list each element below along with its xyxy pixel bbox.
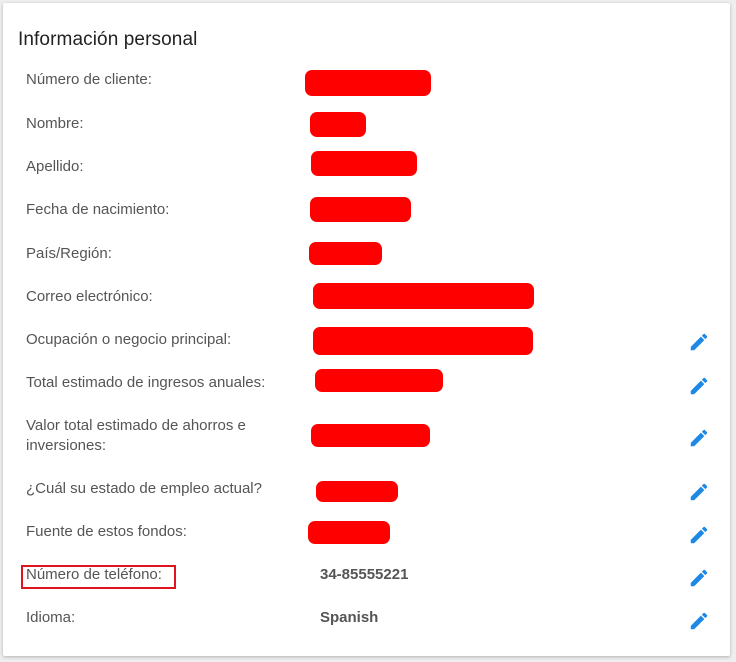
redacted-value xyxy=(308,521,390,544)
edit-employment-status-button[interactable] xyxy=(688,481,710,503)
field-label-last-name: Apellido: xyxy=(26,158,84,175)
redacted-value xyxy=(309,242,382,265)
edit-occupation-button[interactable] xyxy=(688,331,710,353)
field-label-first-name: Nombre: xyxy=(26,115,84,132)
field-label-birth-date: Fecha de nacimiento: xyxy=(26,201,170,218)
pencil-icon xyxy=(690,429,708,447)
edit-annual-income-button[interactable] xyxy=(688,375,710,397)
edit-source-of-funds-button[interactable] xyxy=(688,524,710,546)
field-label-language: Idioma: xyxy=(26,609,76,626)
redacted-value xyxy=(305,70,431,96)
redacted-value xyxy=(310,197,411,222)
field-label-phone: Número de teléfono: xyxy=(26,566,162,583)
field-label-country-region: País/Región: xyxy=(26,245,112,262)
redacted-value xyxy=(311,424,430,447)
field-label-email: Correo electrónico: xyxy=(26,288,153,305)
field-label-customer-number: Número de cliente: xyxy=(26,71,152,88)
field-label-employment-status: ¿Cuál su estado de empleo actual? xyxy=(26,480,262,497)
pencil-icon xyxy=(690,612,708,630)
redacted-value xyxy=(311,151,417,176)
field-value-language: Spanish xyxy=(320,609,379,626)
pencil-icon xyxy=(690,483,708,501)
field-label-savings-investments: Valor total estimado de ahorros e invers… xyxy=(26,417,246,454)
field-value-phone: 34-85555221 xyxy=(320,566,409,583)
pencil-icon xyxy=(690,526,708,544)
redacted-value xyxy=(316,481,398,502)
section-title: Información personal xyxy=(18,29,198,50)
edit-savings-investments-button[interactable] xyxy=(688,427,710,449)
edit-language-button[interactable] xyxy=(688,610,710,632)
pencil-icon xyxy=(690,377,708,395)
field-label-occupation: Ocupación o negocio principal: xyxy=(26,331,232,348)
pencil-icon xyxy=(690,569,708,587)
field-label-source-of-funds: Fuente de estos fondos: xyxy=(26,523,187,540)
redacted-value xyxy=(313,327,533,355)
pencil-icon xyxy=(690,333,708,351)
edit-phone-button[interactable] xyxy=(688,567,710,589)
redacted-value xyxy=(315,369,443,392)
field-label-annual-income: Total estimado de ingresos anuales: xyxy=(26,374,266,391)
redacted-value xyxy=(310,112,366,137)
redacted-value xyxy=(313,283,534,309)
